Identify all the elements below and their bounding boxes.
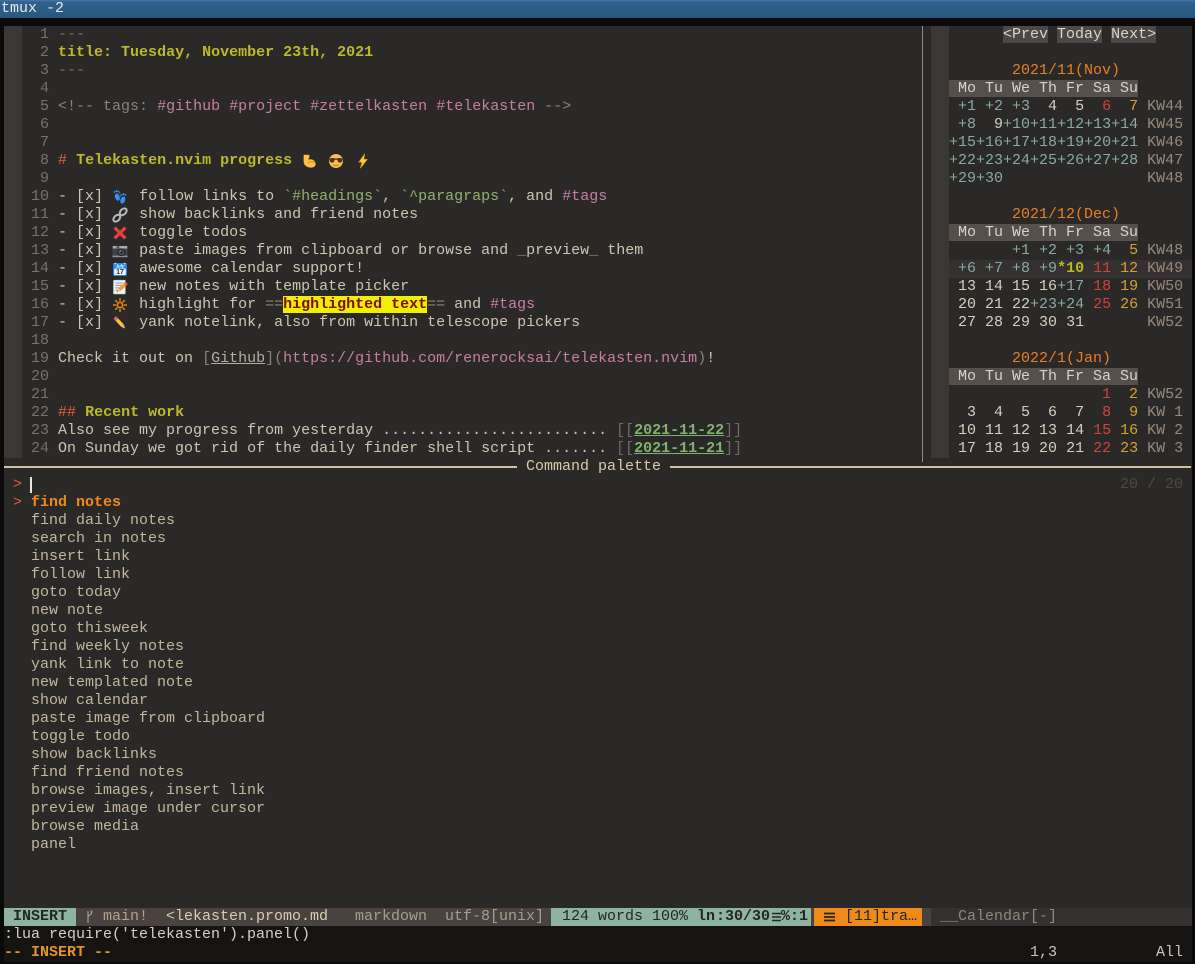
svg-text:17: 17 xyxy=(116,269,124,276)
svg-text:July: July xyxy=(116,263,125,268)
